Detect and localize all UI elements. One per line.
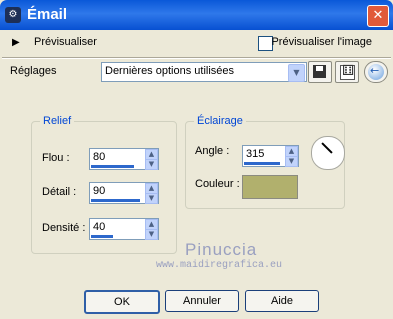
watermark-url: www.maidiregrafica.eu	[156, 260, 283, 271]
densite-label: Densité :	[42, 222, 86, 234]
expand-triangle-icon[interactable]: ▶	[12, 37, 20, 48]
close-button[interactable]: ✕	[367, 5, 389, 27]
detail-level-bar	[91, 199, 140, 202]
help-button[interactable]: Aide	[245, 290, 319, 312]
cancel-button[interactable]: Annuler	[165, 290, 239, 312]
settings-dropdown[interactable]: Dernières options utilisées ▼	[101, 62, 307, 82]
random-button[interactable]	[335, 61, 359, 83]
settings-dropdown-value: Dernières options utilisées	[105, 65, 235, 77]
separator	[2, 57, 391, 59]
email-dialog: ⚙ Émail ✕ ▶ Prévisualiser Prévisualiser …	[0, 0, 393, 319]
detail-value: 90	[93, 185, 106, 197]
preview-row: ▶ Prévisualiser Prévisualiser l'image	[8, 34, 388, 54]
settings-label: Réglages	[10, 65, 57, 77]
angle-spinner[interactable]: 315 ▲ ▼	[242, 145, 299, 167]
settings-row: Réglages Dernières options utilisées ▼	[8, 60, 388, 84]
flou-spinner[interactable]: 80 ▲ ▼	[89, 148, 159, 170]
preview-image-label[interactable]: Prévisualiser l'image	[271, 36, 372, 48]
angle-value: 315	[246, 148, 265, 160]
save-preset-button[interactable]	[308, 61, 332, 83]
reset-button[interactable]	[364, 61, 388, 83]
relief-title: Relief	[40, 115, 75, 127]
save-icon	[313, 65, 326, 78]
flou-down-button[interactable]: ▼	[145, 159, 158, 170]
color-swatch[interactable]	[242, 175, 298, 199]
app-icon: ⚙	[5, 7, 21, 23]
title-bar: ⚙ Émail ✕	[0, 0, 393, 30]
preview-label: Prévisualiser	[34, 36, 97, 48]
couleur-label: Couleur :	[195, 178, 240, 190]
angle-level-bar	[244, 162, 280, 165]
densite-level-bar	[91, 235, 113, 238]
flou-level-bar	[91, 165, 134, 168]
relief-group: Relief Flou : 80 ▲ ▼ Détail : 90 ▲ ▼ Den…	[31, 115, 177, 254]
densite-spinner[interactable]: 40 ▲ ▼	[89, 218, 159, 240]
eclairage-title: Éclairage	[194, 115, 246, 127]
reset-icon	[368, 64, 384, 80]
dial-needle	[321, 142, 333, 154]
detail-down-button[interactable]: ▼	[145, 193, 158, 204]
close-icon: ✕	[372, 8, 384, 23]
angle-label: Angle :	[195, 145, 230, 157]
chevron-down-icon[interactable]: ▼	[288, 64, 305, 82]
watermark-name: Pinuccia	[185, 240, 258, 259]
angle-dial[interactable]	[311, 136, 345, 170]
densite-down-button[interactable]: ▼	[145, 229, 158, 240]
densite-value: 40	[93, 221, 106, 233]
flou-value: 80	[93, 151, 106, 163]
dice-icon	[340, 63, 355, 80]
ok-button[interactable]: OK	[84, 290, 160, 314]
detail-spinner[interactable]: 90 ▲ ▼	[89, 182, 159, 204]
detail-label: Détail :	[42, 186, 77, 198]
window-title: Émail	[27, 6, 68, 23]
flou-label: Flou :	[42, 152, 70, 164]
angle-down-button[interactable]: ▼	[285, 156, 298, 167]
eclairage-group: Éclairage Angle : 315 ▲ ▼ Couleur :	[185, 115, 345, 209]
